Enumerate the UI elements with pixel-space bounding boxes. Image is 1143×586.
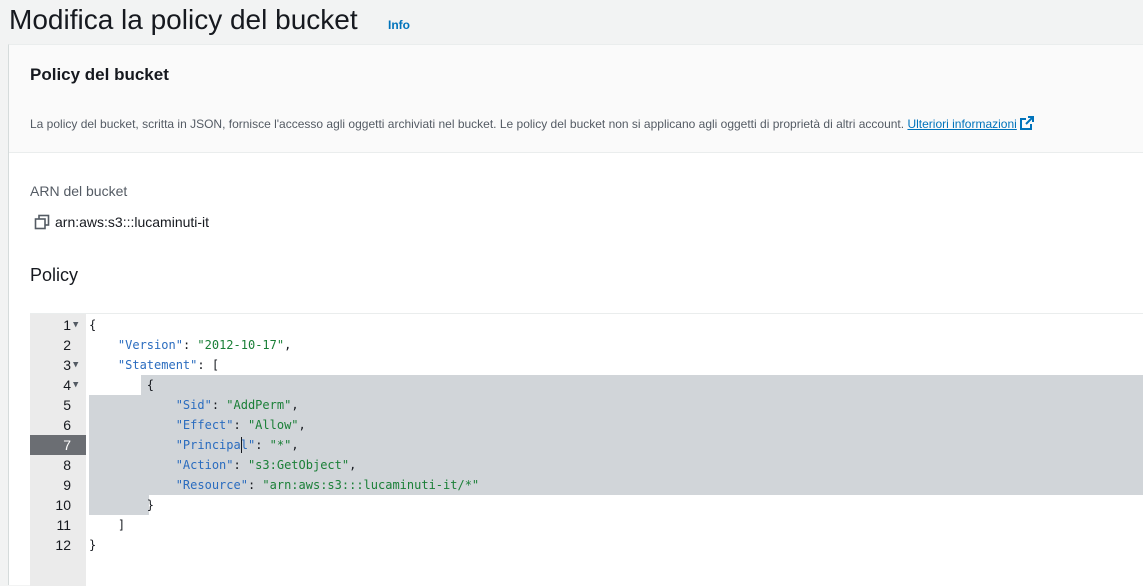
line-number: 8 (63, 457, 71, 473)
code-line: 10 } (30, 495, 1143, 515)
json-key: "Sid" (175, 398, 212, 412)
code-text: "Action": "s3:GetObject", (89, 455, 357, 475)
json-punctuation: , (291, 398, 299, 412)
json-string: "2012-10-17" (197, 338, 285, 352)
json-punctuation: , (349, 458, 357, 472)
arn-label: ARN del bucket (30, 183, 128, 199)
line-number: 11 (56, 517, 71, 533)
line-number: 6 (63, 417, 71, 433)
code-line: 2 "Version": "2012-10-17", (30, 335, 1143, 355)
policy-editor[interactable]: 1 ▼{2 "Version": "2012-10-17", 3 ▼ "Stateme… (30, 313, 1143, 586)
json-key: "Resource" (175, 478, 248, 492)
json-punctuation: : (211, 398, 227, 412)
code-line: 1 ▼ { (30, 315, 1143, 335)
code-line: 11 ] (30, 515, 1143, 535)
json-punctuation: : (182, 338, 198, 352)
json-punctuation (89, 398, 176, 412)
code-line: 5 "Sid": "AddPerm", (30, 395, 1143, 415)
line-number: 7 (63, 437, 71, 453)
code-text: "Version": "2012-10-17", (89, 335, 291, 355)
json-punctuation: , (284, 338, 292, 352)
fold-arrow-icon[interactable]: ▼ (73, 315, 78, 335)
line-number: 3 (63, 357, 71, 373)
json-punctuation: : (247, 478, 263, 492)
json-punctuation: : (255, 438, 270, 452)
line-number: 4 (63, 377, 71, 393)
code-text: "Sid": "AddPerm", (89, 395, 299, 415)
code-line: 12} (30, 535, 1143, 555)
copy-icon[interactable] (34, 214, 50, 230)
code-line: 8 "Action": "s3:GetObject", (30, 455, 1143, 475)
json-key: "Effect" (175, 418, 234, 432)
json-key: "Principal" (175, 438, 256, 452)
code-line: 3 ▼ "Statement": [ (30, 355, 1143, 375)
code-text: "Effect": "Allow", (89, 415, 306, 435)
arn-value: arn:aws:s3:::lucaminuti-it (55, 214, 210, 230)
line-number: 9 (63, 477, 71, 493)
json-punctuation: ] (89, 518, 126, 532)
code-line: 7 "Principal": "*", (30, 435, 1143, 455)
section-description: La policy del bucket, scritta in JSON, f… (30, 116, 1034, 132)
page-header: Modifica la policy del bucket Info (0, 0, 1143, 44)
text-cursor (241, 437, 242, 453)
line-number: 12 (55, 537, 71, 553)
json-punctuation: , (298, 418, 306, 432)
panel-header: Policy del bucket La policy del bucket, … (9, 45, 1143, 153)
code-text: "Statement": [ (89, 355, 219, 375)
json-punctuation (89, 458, 176, 472)
json-punctuation: , (291, 438, 299, 452)
fold-arrow-icon[interactable]: ▼ (73, 355, 78, 375)
code-line: 6 "Effect": "Allow", (30, 415, 1143, 435)
page-title: Modifica la policy del bucket (9, 4, 358, 35)
json-punctuation: : (233, 418, 248, 432)
learn-more-link[interactable]: Ulteriori informazioni (907, 116, 1034, 131)
code-text: ] (89, 515, 125, 535)
code-line: 4 ▼ { (30, 375, 1143, 395)
line-number: 2 (63, 337, 71, 353)
json-punctuation: } (89, 498, 155, 512)
json-string: "s3:GetObject" (247, 458, 350, 472)
code-text: "Resource": "arn:aws:s3:::lucaminuti-it/… (89, 475, 479, 495)
json-punctuation: } (89, 538, 97, 552)
json-punctuation: : [ (197, 358, 220, 372)
json-string: "Allow" (247, 418, 299, 432)
json-string: "*" (269, 438, 292, 452)
info-link[interactable]: Info (388, 18, 410, 32)
learn-more-label: Ulteriori informazioni (907, 117, 1017, 131)
code-text: "Principal": "*", (89, 435, 299, 455)
line-number: 5 (63, 397, 71, 413)
arn-row: arn:aws:s3:::lucaminuti-it (34, 212, 209, 232)
line-number: 10 (55, 497, 71, 513)
code-text: { (89, 375, 154, 395)
section-title: Policy del bucket (30, 65, 169, 84)
json-key: "Version" (117, 338, 183, 352)
json-key: "Statement" (117, 358, 198, 372)
line-number: 1 (63, 317, 71, 333)
code-text: { (89, 315, 96, 335)
json-punctuation (89, 418, 176, 432)
code-text: } (89, 495, 154, 515)
json-punctuation (89, 338, 118, 352)
json-string: "AddPerm" (226, 398, 292, 412)
policy-panel: Policy del bucket La policy del bucket, … (8, 44, 1143, 586)
json-punctuation: { (89, 318, 97, 332)
json-punctuation: : (233, 458, 248, 472)
fold-arrow-icon[interactable]: ▼ (73, 375, 78, 395)
json-punctuation (89, 478, 176, 492)
policy-label: Policy (30, 265, 79, 285)
json-punctuation: { (89, 378, 155, 392)
json-string: "arn:aws:s3:::lucaminuti-it/*" (262, 478, 480, 492)
external-link-icon (1019, 116, 1034, 130)
description-text: La policy del bucket, scritta in JSON, f… (30, 117, 905, 131)
code-line: 9 "Resource": "arn:aws:s3:::lucaminuti-i… (30, 475, 1143, 495)
json-key: "Action" (175, 458, 234, 472)
json-punctuation (89, 358, 118, 372)
json-punctuation (89, 438, 176, 452)
code-text: } (89, 535, 96, 555)
